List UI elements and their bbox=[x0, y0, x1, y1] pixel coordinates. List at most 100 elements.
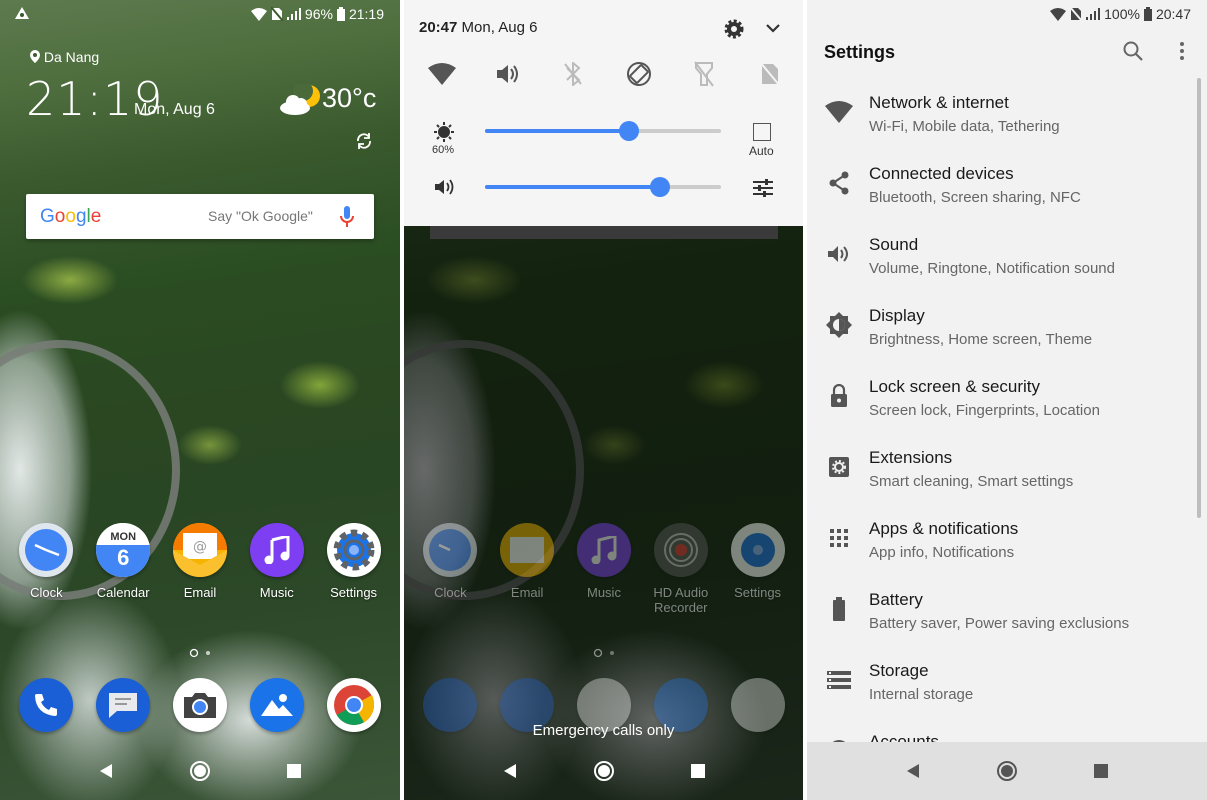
qs-tile-sim[interactable] bbox=[754, 58, 786, 90]
qs-tile-wifi[interactable] bbox=[426, 58, 458, 90]
settings-item-lock-screen[interactable]: Lock screen & security Screen lock, Fing… bbox=[807, 366, 1197, 437]
back-icon[interactable] bbox=[502, 763, 518, 779]
app-music[interactable]: Music bbox=[242, 523, 312, 600]
quick-settings-panel: 20:47 Mon, Aug 6 60% Auto bbox=[404, 0, 803, 226]
volume-slider-fill bbox=[485, 185, 660, 189]
app-label: Calendar bbox=[96, 585, 150, 600]
more-vert-icon[interactable] bbox=[1179, 41, 1185, 61]
status-bar: 100% 20:47 bbox=[807, 0, 1207, 28]
brightness-slider-thumb[interactable] bbox=[618, 121, 639, 141]
microphone-icon[interactable] bbox=[340, 206, 354, 228]
svg-text:@: @ bbox=[193, 539, 207, 555]
qs-tile-rotation[interactable] bbox=[623, 58, 655, 90]
back-icon[interactable] bbox=[905, 763, 921, 779]
storage-icon bbox=[825, 666, 853, 694]
volume-slider-thumb[interactable] bbox=[649, 177, 670, 197]
volume-slider[interactable] bbox=[485, 177, 721, 197]
settings-item-extensions[interactable]: Extensions Smart cleaning, Smart setting… bbox=[807, 437, 1197, 508]
app-label: Clock bbox=[434, 585, 467, 600]
google-search-bar[interactable]: Google Say "Ok Google" bbox=[26, 194, 374, 239]
settings-item-connected-devices[interactable]: Connected devices Bluetooth, Screen shar… bbox=[807, 153, 1197, 224]
weather-moon-cloud-icon[interactable] bbox=[279, 84, 321, 116]
recents-icon[interactable] bbox=[1093, 763, 1109, 779]
clock-widget-date[interactable]: Mon, Aug 6 bbox=[134, 101, 215, 119]
brightness-slider[interactable] bbox=[485, 121, 721, 141]
auto-brightness-checkbox[interactable] bbox=[753, 123, 771, 141]
google-logo: Google bbox=[40, 205, 102, 227]
flashlight-off-icon bbox=[694, 61, 715, 87]
app-music[interactable]: Music bbox=[569, 523, 639, 615]
equalizer-icon[interactable] bbox=[753, 179, 773, 197]
dock-chrome[interactable] bbox=[319, 678, 389, 732]
settings-item-display[interactable]: Display Brightness, Home screen, Theme bbox=[807, 295, 1197, 366]
photos-icon bbox=[249, 678, 304, 732]
dock-messages[interactable] bbox=[88, 678, 158, 732]
share-icon bbox=[825, 169, 853, 197]
sim-off-icon bbox=[759, 62, 780, 86]
nav-bar bbox=[404, 742, 803, 800]
music-icon bbox=[249, 523, 304, 577]
qs-time: 20:47 bbox=[419, 19, 458, 36]
quick-settings-screen: 20:47 Mon, Aug 6 60% Auto Clock Email Mu… bbox=[404, 0, 803, 800]
dock-camera[interactable] bbox=[165, 678, 235, 732]
page-indicator bbox=[0, 645, 400, 663]
settings-item-subtitle: Brightness, Home screen, Theme bbox=[869, 331, 1093, 348]
settings-item-subtitle: Volume, Ringtone, Notification sound bbox=[869, 260, 1115, 277]
emergency-calls-text: Emergency calls only bbox=[532, 722, 675, 739]
home-app-row: Clock MON 6 Calendar @ Email Music Setti… bbox=[0, 523, 400, 600]
settings-item-title: Lock screen & security bbox=[869, 377, 1041, 396]
app-settings[interactable]: Settings bbox=[723, 523, 793, 615]
apps-grid-icon bbox=[825, 524, 853, 552]
app-clock[interactable]: Clock bbox=[415, 523, 485, 615]
settings-item-title: Apps & notifications bbox=[869, 519, 1019, 538]
app-calendar[interactable]: MON 6 Calendar bbox=[88, 523, 158, 600]
settings-item-sound[interactable]: Sound Volume, Ringtone, Notification sou… bbox=[807, 224, 1197, 295]
brightness-icon bbox=[825, 311, 853, 339]
qs-tile-flashlight[interactable] bbox=[688, 58, 720, 90]
settings-item-battery[interactable]: Battery Battery saver, Power saving excl… bbox=[807, 579, 1197, 650]
dock-photos[interactable] bbox=[242, 678, 312, 732]
qs-tile-bluetooth[interactable] bbox=[557, 58, 589, 90]
home-icon[interactable] bbox=[189, 760, 211, 782]
sim-off-icon bbox=[270, 7, 283, 21]
music-icon bbox=[576, 523, 631, 577]
settings-item-apps[interactable]: Apps & notifications App info, Notificat… bbox=[807, 508, 1197, 579]
dock-phone[interactable] bbox=[11, 678, 81, 732]
settings-item-network[interactable]: Network & internet Wi-Fi, Mobile data, T… bbox=[807, 82, 1197, 153]
app-settings[interactable]: Settings bbox=[319, 523, 389, 600]
volume-icon bbox=[825, 240, 853, 268]
app-email[interactable]: @ Email bbox=[165, 523, 235, 600]
gear-icon[interactable] bbox=[724, 19, 744, 39]
calendar-icon: MON 6 bbox=[96, 523, 151, 577]
phone-icon bbox=[19, 678, 74, 732]
settings-item-subtitle: Internal storage bbox=[869, 686, 974, 703]
chevron-down-icon[interactable] bbox=[766, 23, 780, 33]
home-icon[interactable] bbox=[593, 760, 615, 782]
recents-icon[interactable] bbox=[690, 763, 706, 779]
refresh-icon[interactable] bbox=[355, 132, 373, 150]
app-hd-audio-recorder[interactable]: HD Audio Recorder bbox=[646, 523, 716, 615]
battery-icon bbox=[336, 7, 345, 21]
scrollbar[interactable] bbox=[1197, 78, 1201, 518]
app-clock[interactable]: Clock bbox=[11, 523, 81, 600]
dock bbox=[0, 678, 400, 732]
app-email[interactable]: Email bbox=[492, 523, 562, 615]
nav-bar bbox=[0, 742, 400, 800]
home-icon[interactable] bbox=[996, 760, 1018, 782]
settings-icon bbox=[326, 523, 381, 577]
page-title: Settings bbox=[824, 42, 896, 62]
temperature[interactable]: 30°c bbox=[322, 83, 376, 114]
recents-icon[interactable] bbox=[286, 763, 302, 779]
settings-item-storage[interactable]: Storage Internal storage bbox=[807, 650, 1197, 721]
notification-icon bbox=[14, 6, 30, 23]
chrome-icon bbox=[326, 678, 381, 732]
bluetooth-off-icon bbox=[564, 62, 582, 86]
settings-icon bbox=[730, 523, 785, 577]
search-icon[interactable] bbox=[1123, 41, 1143, 61]
status-time: 20:47 bbox=[1155, 6, 1191, 22]
location-text: Da Nang bbox=[43, 49, 100, 65]
qs-tile-sound[interactable] bbox=[492, 58, 524, 90]
volume-icon bbox=[435, 179, 454, 195]
auto-label: Auto bbox=[749, 144, 774, 158]
back-icon[interactable] bbox=[98, 763, 114, 779]
